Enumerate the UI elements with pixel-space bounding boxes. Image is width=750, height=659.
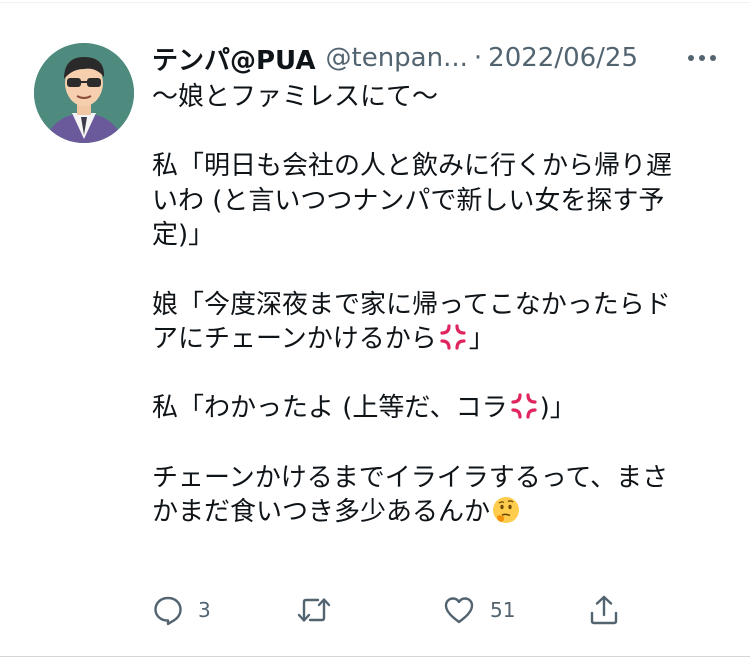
reply-button[interactable]: 3 xyxy=(152,590,211,630)
tweet-date[interactable]: 2022/06/25 xyxy=(488,43,638,73)
text-line: かまだ食いつき多少あるんか xyxy=(152,495,732,530)
paragraph-5: チェーンかけるまでイライラするって、まさ かまだ食いつき多少あるんか xyxy=(152,461,732,530)
paragraph-3: 娘「今度深夜まで家に帰ってこなかったらド アにチェーンかけるから」 xyxy=(152,288,732,357)
reply-count: 3 xyxy=(198,598,211,622)
more-options-icon[interactable] xyxy=(682,44,722,72)
tweet-text: 〜娘とファミレスにて〜 私「明日も会社の人と飲みに行くから帰り遅 いわ (と言い… xyxy=(152,80,732,530)
text-fragment: )」 xyxy=(539,393,576,424)
thinking-face-emoji-icon xyxy=(491,495,521,525)
text-fragment: 」 xyxy=(468,324,495,355)
anger-symbol-emoji-icon xyxy=(509,391,539,421)
text-line: 娘「今度深夜まで家に帰ってこなかったらド xyxy=(152,289,671,320)
text-fragment: 私「わかったよ (上等だ、コラ xyxy=(152,393,508,424)
bottom-divider xyxy=(0,656,750,657)
text-fragment: アにチェーンかけるから xyxy=(152,324,437,355)
like-count: 51 xyxy=(490,598,516,622)
share-icon xyxy=(588,594,620,626)
text-line: いわ (と言いつつナンパで新しい女を探す予 xyxy=(152,185,665,216)
text-line: 私「明日も会社の人と飲みに行くから帰り遅 xyxy=(152,151,673,182)
paragraph-4: 私「わかったよ (上等だ、コラ )」 xyxy=(152,391,732,426)
display-name[interactable]: テンパ@PUA xyxy=(152,40,316,77)
text-line: 私「わかったよ (上等だ、コラ )」 xyxy=(152,391,732,426)
retweet-button[interactable] xyxy=(296,590,346,630)
text-line: 〜娘とファミレスにて〜 xyxy=(152,82,439,112)
reply-icon xyxy=(152,594,184,626)
handle[interactable]: @tenpan... xyxy=(326,43,468,73)
tweet-header: テンパ@PUA @tenpan... · 2022/06/25 xyxy=(152,40,732,76)
text-line: チェーンかけるまでイライラするって、まさ xyxy=(152,462,669,493)
avatar[interactable] xyxy=(34,43,134,143)
tweet-actions: 3 51 xyxy=(152,590,632,630)
top-divider xyxy=(0,2,750,3)
cartoon-man-sunglasses-avatar-icon xyxy=(34,43,134,143)
separator-dot: · xyxy=(473,43,483,73)
text-line: 定)」 xyxy=(152,220,215,251)
paragraph-1: 〜娘とファミレスにて〜 xyxy=(152,80,732,115)
retweet-icon xyxy=(296,594,332,626)
anger-symbol-emoji-icon xyxy=(438,322,468,352)
like-button[interactable]: 51 xyxy=(442,590,515,630)
paragraph-2: 私「明日も会社の人と飲みに行くから帰り遅 いわ (と言いつつナンパで新しい女を探… xyxy=(152,149,732,253)
text-line: アにチェーンかけるから」 xyxy=(152,322,732,357)
heart-icon xyxy=(442,594,476,626)
share-button[interactable] xyxy=(588,590,620,630)
text-fragment: かまだ食いつき多少あるんか xyxy=(152,497,491,528)
